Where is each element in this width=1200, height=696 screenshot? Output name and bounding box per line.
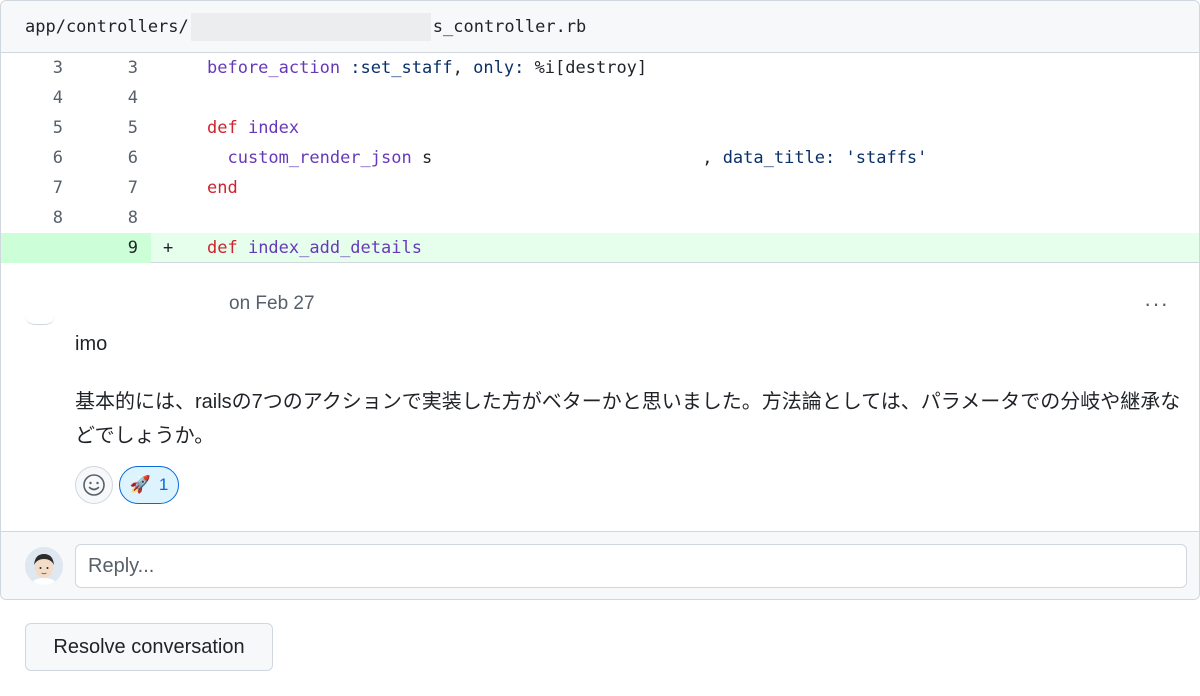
add-reaction-button[interactable] <box>75 466 113 504</box>
code-token-method: custom_render_json <box>227 148 412 168</box>
comment-timestamp[interactable]: on Feb 27 <box>229 293 315 315</box>
review-thread: app/controllers/ s_controller.rb 3 3 bef… <box>0 0 1200 600</box>
new-line-number[interactable]: 7 <box>76 173 138 203</box>
file-path-prefix: app/controllers/ <box>25 16 189 37</box>
new-line-number[interactable]: 3 <box>76 53 138 83</box>
code-line: before_action :set_staff, only: %i[destr… <box>207 53 647 83</box>
code-line: def index_add_details <box>207 233 422 263</box>
file-path-suffix: s_controller.rb <box>432 16 587 37</box>
diff-row: 7 7 end <box>1 173 1199 203</box>
redacted-code <box>432 147 703 169</box>
added-marker: + <box>163 238 174 258</box>
code-token-punct: , <box>452 58 474 78</box>
reply-input[interactable] <box>75 544 1187 588</box>
new-line-number[interactable]: 4 <box>76 83 138 113</box>
code-token-key: data_title: <box>722 148 836 168</box>
old-line-number[interactable]: 8 <box>1 203 63 233</box>
code-token-key: only: <box>473 58 525 78</box>
rocket-icon: 🚀 <box>129 475 151 494</box>
old-line-number[interactable]: 4 <box>1 83 63 113</box>
resolve-conversation-button[interactable]: Resolve conversation <box>25 623 273 671</box>
old-line-number[interactable]: 3 <box>1 53 63 83</box>
review-comment: on Feb 27 ··· imo 基本的には、railsの7つのアクションで実… <box>1 263 1199 531</box>
code-line: def index <box>207 113 299 143</box>
new-line-number[interactable]: 5 <box>76 113 138 143</box>
comment-text-line: imo <box>75 333 108 355</box>
code-token-keyword: end <box>207 178 238 198</box>
code-token-keyword: def <box>207 118 238 138</box>
old-line-number[interactable]: 7 <box>1 173 63 203</box>
new-line-number[interactable]: 6 <box>76 143 138 173</box>
code-line: end <box>207 173 238 203</box>
old-line-number[interactable]: 5 <box>1 113 63 143</box>
diff-row: 8 8 <box>1 203 1199 233</box>
smiley-icon <box>83 474 105 496</box>
diff-row: 6 6 custom_render_json s, data_title: 's… <box>1 143 1199 173</box>
diff-row-added: 9 + def index_add_details <box>1 233 1199 263</box>
code-token-string: 'staffs' <box>835 148 928 168</box>
code-token-method-name: index <box>237 118 300 138</box>
code-line: custom_render_json s, data_title: 'staff… <box>207 143 927 173</box>
author-avatar-outline <box>25 315 55 325</box>
redacted-file-path <box>190 12 431 41</box>
rocket-reaction-button[interactable]: 🚀 1 <box>119 466 179 504</box>
reaction-count: 1 <box>158 475 169 494</box>
code-token-punct: , <box>702 148 723 168</box>
comment-text-paragraph: 基本的には、railsの7つのアクションで実装した方がベターかと思いました。方法… <box>75 391 1181 447</box>
code-token-plain: %i[destroy] <box>524 58 648 78</box>
code-token-keyword: def <box>207 238 238 258</box>
diff-row: 5 5 def index <box>1 113 1199 143</box>
user-avatar-icon <box>25 547 63 585</box>
user-avatar <box>25 547 63 585</box>
old-line-number[interactable]: 6 <box>1 143 63 173</box>
kebab-menu-icon[interactable]: ··· <box>1144 291 1169 317</box>
diff-table: 3 3 before_action :set_staff, only: %i[d… <box>1 53 1199 263</box>
new-line-number[interactable]: 8 <box>76 203 138 233</box>
code-token-method-name: index_add_details <box>237 238 422 258</box>
code-token-plain: s <box>411 148 433 168</box>
new-line-number[interactable]: 9 <box>76 233 138 263</box>
code-token-symbol: :set_staff <box>340 58 453 78</box>
code-token-method: before_action <box>207 58 341 78</box>
diff-row: 3 3 before_action :set_staff, only: %i[d… <box>1 53 1199 83</box>
diff-row: 4 4 <box>1 83 1199 113</box>
reply-section <box>1 531 1199 599</box>
file-path-header: app/controllers/ s_controller.rb <box>1 1 1199 53</box>
